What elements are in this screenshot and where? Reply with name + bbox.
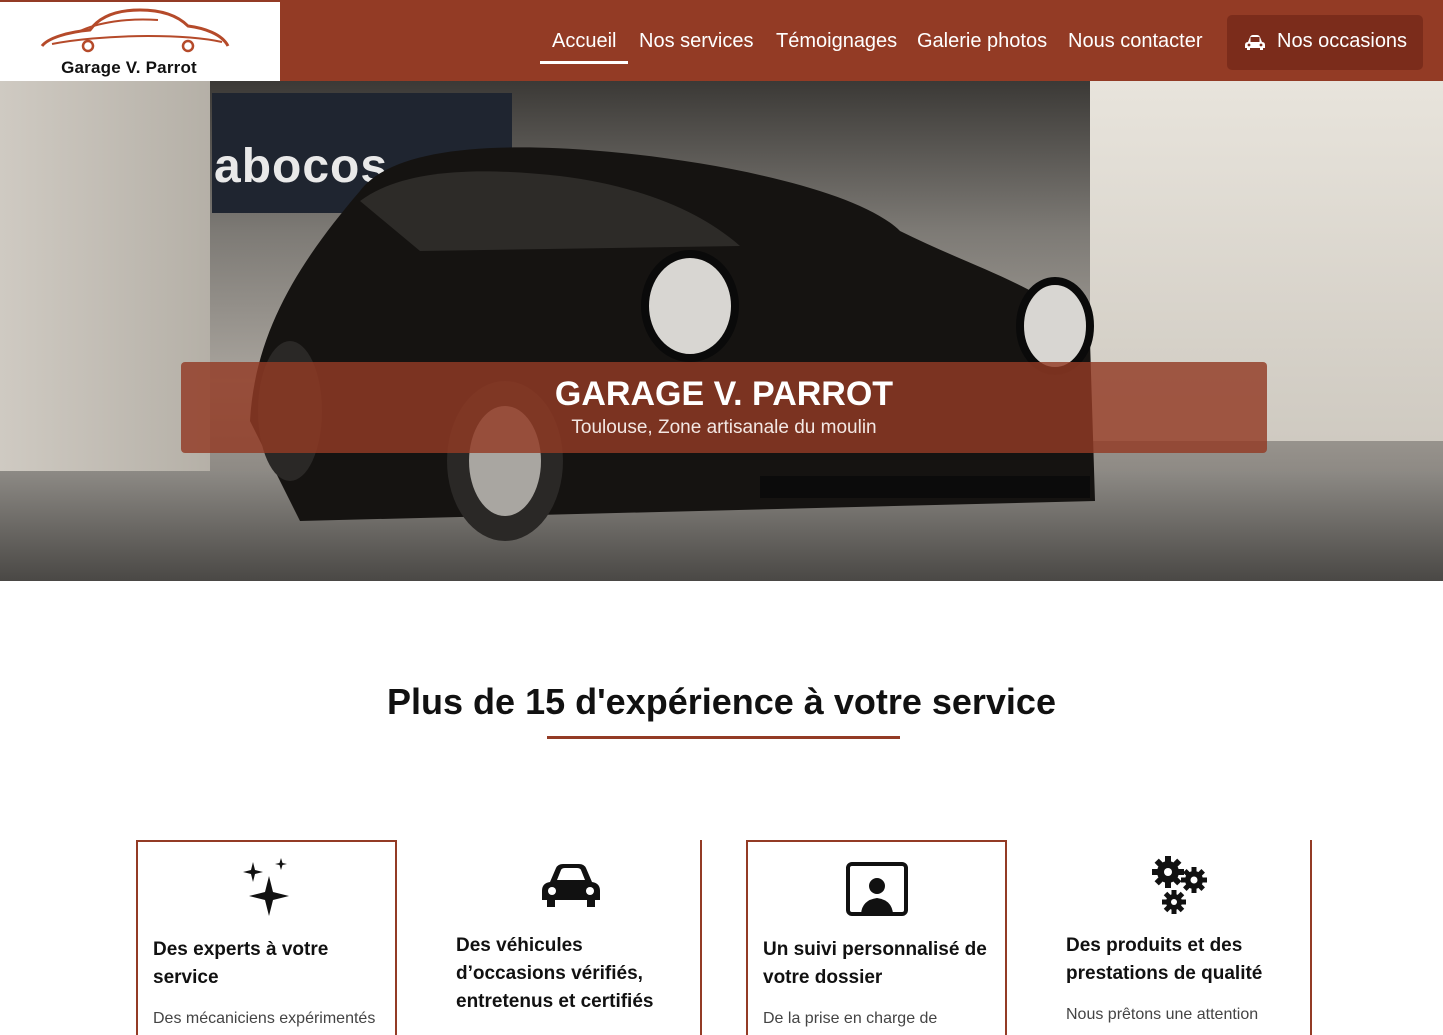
nav-item-nous-contacter[interactable]: Nous contacter <box>1068 30 1203 56</box>
nav-item-nos-services[interactable]: Nos services <box>639 30 753 56</box>
feature-card-text: Nous prêtons une attention <box>1066 1006 1259 1023</box>
feature-card-qualite: Des produits et des prestations de quali… <box>1051 840 1312 1035</box>
sparkles-icon <box>242 858 289 916</box>
hero-car-illustration <box>250 147 1095 541</box>
main-navigation: Accueil Nos services Témoignages Galerie… <box>0 0 1443 81</box>
feature-card-title: Des véhicules d’occasions vérifiés, entr… <box>456 935 654 1012</box>
hero-banner: GARAGE V. PARROT Toulouse, Zone artisana… <box>181 362 1267 453</box>
hero-section: abocos GARAGE V. PARROT Toulouse, Zone a… <box>0 81 1443 581</box>
feature-card-text: Des mécaniciens expérimentés <box>153 1010 376 1027</box>
feature-card-title: Des experts à votre service <box>153 939 329 988</box>
experience-heading: Plus de 15 d'expérience à votre service <box>387 681 1056 722</box>
nos-occasions-button[interactable]: Nos occasions <box>1227 15 1423 70</box>
car-icon <box>1245 35 1265 50</box>
gears-icon <box>1151 856 1207 914</box>
feature-card-suivi: Un suivi personnalisé de votre dossier D… <box>746 840 1007 1035</box>
feature-card-experts: Des experts à votre service Des mécanici… <box>136 840 397 1035</box>
feature-card-vehicules: Des véhicules d’occasions vérifiés, entr… <box>441 840 702 1035</box>
hero-title: GARAGE V. PARROT <box>554 375 894 413</box>
feature-card-text: De la prise en charge de <box>763 1010 938 1027</box>
car-icon <box>541 864 600 907</box>
feature-card-title: Des produits et des prestations de quali… <box>1066 935 1263 984</box>
nav-item-temoignages[interactable]: Témoignages <box>776 30 897 56</box>
nav-item-accueil[interactable]: Accueil <box>539 30 630 64</box>
person-monitor-icon <box>845 862 908 916</box>
feature-card-title: Un suivi personnalisé de votre dossier <box>763 939 987 988</box>
hero-subtitle: Toulouse, Zone artisanale du moulin <box>571 417 877 438</box>
nav-item-galerie-photos[interactable]: Galerie photos <box>917 30 1047 56</box>
heading-underline <box>547 736 900 739</box>
nos-occasions-label: Nos occasions <box>1277 30 1408 52</box>
